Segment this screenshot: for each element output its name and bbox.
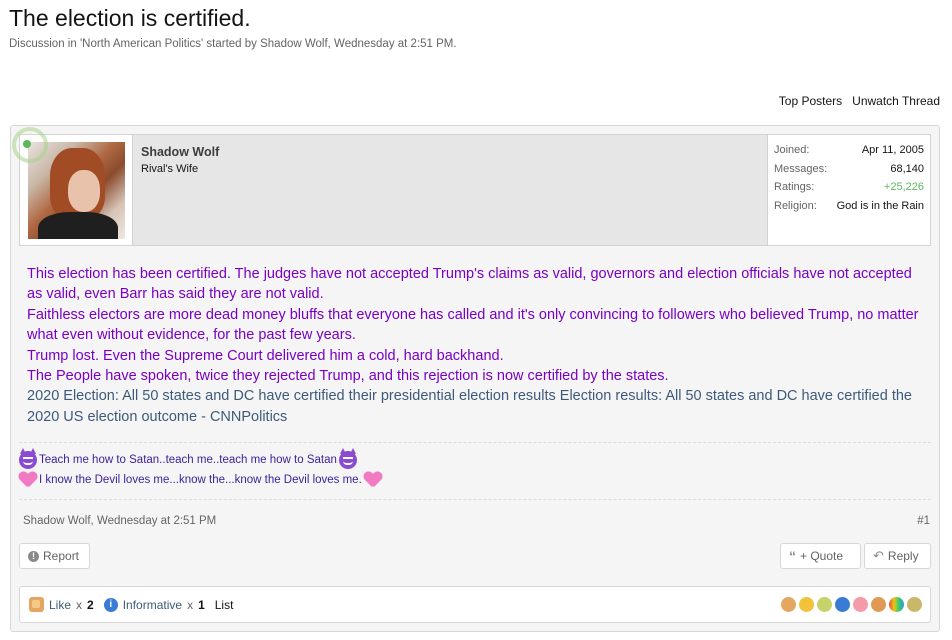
- stat-religion: Religion: God is in the Rain: [774, 197, 924, 216]
- rate-funny-icon[interactable]: [799, 597, 814, 612]
- thread-title: The election is certified.: [9, 5, 251, 31]
- desc-prefix: Discussion in: [9, 38, 80, 50]
- post: Shadow Wolf Rival's Wife Joined: Apr 11,…: [10, 125, 940, 632]
- user-title: Rival's Wife: [141, 163, 199, 175]
- signature-divider: [19, 442, 931, 443]
- signature: Teach me how to Satan..teach me..teach m…: [19, 448, 382, 490]
- signature-line: I know the Devil loves me...know the...k…: [19, 470, 382, 490]
- rate-love-icon[interactable]: [853, 597, 868, 612]
- like-label: Like: [49, 597, 72, 612]
- thread-start-date[interactable]: Wednesday at 2:51 PM: [334, 38, 453, 50]
- rate-like-icon[interactable]: [781, 597, 796, 612]
- top-posters-link[interactable]: Top Posters: [779, 94, 842, 108]
- user-info-bar: Shadow Wolf Rival's Wife Joined: Apr 11,…: [12, 127, 931, 246]
- rate-winner-icon[interactable]: [817, 597, 832, 612]
- stat-value: Apr 11, 2005: [861, 144, 924, 157]
- stat-value: +25,226: [883, 181, 924, 194]
- user-stats: Joined: Apr 11, 2005 Messages: 68,140 Ra…: [767, 135, 930, 245]
- info-icon: i: [103, 597, 118, 612]
- stat-label: Messages:: [774, 162, 828, 175]
- reply-button[interactable]: ↶ Reply: [864, 543, 931, 569]
- post-author[interactable]: Shadow Wolf: [23, 515, 91, 527]
- signature-text: I know the Devil loves me...know the...k…: [39, 474, 362, 486]
- devil-emoji-icon: [338, 448, 357, 469]
- stat-value: God is in the Rain: [836, 199, 924, 212]
- rate-creative-icon[interactable]: [907, 597, 922, 612]
- like-count: 2: [87, 597, 94, 612]
- informative-label: Informative: [122, 597, 183, 612]
- desc-end: .: [453, 38, 457, 50]
- desc-mid: started by: [203, 38, 261, 50]
- stat-joined: Joined: Apr 11, 2005: [774, 141, 924, 160]
- quote-button[interactable]: “ + Quote: [780, 543, 861, 569]
- avatar-container: [12, 127, 133, 245]
- rating-informative[interactable]: i Informative x 1: [103, 597, 205, 612]
- message-paragraph: This election has been certified. The ju…: [27, 266, 912, 303]
- report-label: Report: [43, 549, 80, 563]
- username[interactable]: Shadow Wolf: [141, 145, 219, 159]
- like-icon: [29, 597, 44, 612]
- post-meta: Shadow Wolf, Wednesday at 2:51 PM: [23, 515, 216, 527]
- message-paragraph: The People have spoken, twice they rejec…: [27, 368, 669, 385]
- ratings-bar: Like x 2 i Informative x 1 List: [19, 586, 931, 623]
- reply-icon: ↶: [873, 548, 884, 563]
- reply-label: Reply: [887, 549, 919, 563]
- stat-messages: Messages: 68,140: [774, 160, 924, 179]
- message-paragraph: Trump lost. Even the Supreme Court deliv…: [27, 347, 504, 364]
- report-icon: !: [28, 550, 39, 562]
- message-paragraph: Faithless electors are more dead money b…: [27, 306, 919, 344]
- rate-informative-icon[interactable]: [835, 597, 850, 612]
- thread-actions: Top Posters Unwatch Thread: [779, 94, 940, 108]
- stat-label: Religion:: [774, 199, 817, 212]
- post-date[interactable]: Wednesday at 2:51 PM: [97, 515, 216, 527]
- devil-emoji-icon: [19, 448, 37, 469]
- like-times: x: [76, 597, 83, 612]
- unwatch-thread-link[interactable]: Unwatch Thread: [852, 94, 940, 108]
- stat-ratings: Ratings: +25,226: [774, 178, 924, 197]
- quote-label: + Quote: [800, 549, 844, 563]
- rate-rainbow-icon[interactable]: [889, 597, 904, 612]
- report-button[interactable]: ! Report: [19, 543, 90, 569]
- post-permalink[interactable]: #1: [917, 515, 930, 527]
- message-link[interactable]: 2020 Election: All 50 states and DC have…: [27, 386, 922, 427]
- informative-times: x: [187, 597, 194, 612]
- rate-useful-icon[interactable]: [871, 597, 886, 612]
- quote-icon: “: [789, 548, 796, 564]
- online-status-icon: [23, 140, 31, 148]
- stat-label: Ratings:: [774, 181, 815, 194]
- ratings-list-link[interactable]: List: [215, 598, 234, 612]
- message-body: This election has been certified. The ju…: [27, 264, 922, 427]
- heart-emoji-icon: [19, 472, 37, 488]
- informative-count: 1: [198, 597, 205, 612]
- post-footer-divider: [19, 499, 931, 500]
- stat-value[interactable]: 68,140: [890, 163, 924, 175]
- rating-like[interactable]: Like x 2: [29, 597, 94, 612]
- thread-description: Discussion in 'North American Politics' …: [9, 38, 457, 50]
- forum-link[interactable]: 'North American Politics': [80, 38, 203, 50]
- stat-label: Joined:: [774, 144, 810, 157]
- thread-starter-link[interactable]: Shadow Wolf: [260, 38, 328, 50]
- heart-emoji-icon: [364, 472, 382, 488]
- avatar-face: [68, 170, 100, 212]
- avatar-shirt: [38, 212, 118, 239]
- rate-options: [781, 597, 922, 612]
- signature-text: Teach me how to Satan..teach me..teach m…: [39, 454, 337, 466]
- signature-line: Teach me how to Satan..teach me..teach m…: [19, 448, 382, 470]
